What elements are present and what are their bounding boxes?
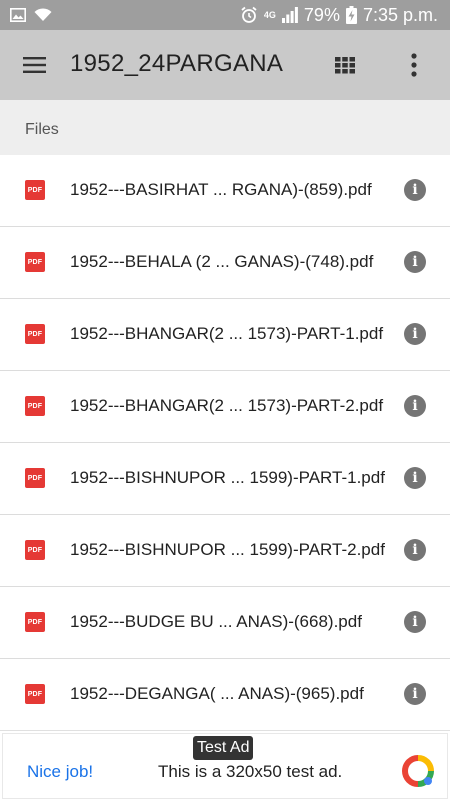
pdf-file-icon: PDF <box>25 540 45 560</box>
app-bar: 1952_24PARGANA <box>0 30 450 100</box>
grid-view-icon[interactable] <box>333 53 357 77</box>
file-row[interactable]: PDF 1952---BEHALA (2 ... GANAS)-(748).pd… <box>0 227 450 299</box>
file-name: 1952---BHANGAR(2 ... 1573)-PART-2.pdf <box>70 396 384 415</box>
ad-banner[interactable]: Test Ad Nice job! This is a 320x50 test … <box>0 730 450 801</box>
signal-icon <box>281 7 298 23</box>
file-name: 1952---BUDGE BU ... ANAS)-(668).pdf <box>70 612 362 631</box>
section-header: Files <box>0 100 450 155</box>
file-row[interactable]: PDF 1952---BISHNUPOR ... 1599)-PART-2.pd… <box>0 515 450 587</box>
file-list: PDF 1952---BASIRHAT ... RGANA)-(859).pdf… <box>0 155 450 731</box>
ad-logo-icon <box>401 754 435 788</box>
file-name: 1952---BEHALA (2 ... GANAS)-(748).pdf <box>70 252 374 271</box>
page-title: 1952_24PARGANA <box>70 50 284 77</box>
network-type-label: 4G <box>263 9 276 20</box>
battery-charging-icon <box>345 6 357 24</box>
pdf-file-icon: PDF <box>25 468 45 488</box>
pdf-file-icon: PDF <box>25 612 45 632</box>
info-icon[interactable]: i <box>404 395 426 417</box>
pdf-file-icon: PDF <box>25 180 45 200</box>
more-vert-icon[interactable] <box>405 51 423 79</box>
file-row[interactable]: PDF 1952---BHANGAR(2 ... 1573)-PART-2.pd… <box>0 371 450 443</box>
wifi-icon <box>34 8 52 22</box>
test-ad-badge: Test Ad <box>193 736 254 760</box>
hamburger-menu-icon[interactable] <box>22 53 48 77</box>
ad-cta-link[interactable]: Nice job! <box>27 762 93 782</box>
file-name: 1952---BISHNUPOR ... 1599)-PART-1.pdf <box>70 468 385 487</box>
file-row[interactable]: PDF 1952---BUDGE BU ... ANAS)-(668).pdf … <box>0 587 450 659</box>
alarm-icon <box>240 6 258 24</box>
file-name: 1952---BISHNUPOR ... 1599)-PART-2.pdf <box>70 540 385 559</box>
pdf-file-icon: PDF <box>25 252 45 272</box>
file-row[interactable]: PDF 1952---DEGANGA( ... ANAS)-(965).pdf … <box>0 659 450 731</box>
status-bar-left <box>10 8 52 22</box>
info-icon[interactable]: i <box>404 683 426 705</box>
pdf-file-icon: PDF <box>25 324 45 344</box>
info-icon[interactable]: i <box>404 611 426 633</box>
info-icon[interactable]: i <box>404 539 426 561</box>
pdf-file-icon: PDF <box>25 684 45 704</box>
file-row[interactable]: PDF 1952---BASIRHAT ... RGANA)-(859).pdf… <box>0 155 450 227</box>
ad-text: This is a 320x50 test ad. <box>158 762 343 781</box>
info-icon[interactable]: i <box>404 467 426 489</box>
file-name: 1952---BHANGAR(2 ... 1573)-PART-1.pdf <box>70 324 384 343</box>
pdf-file-icon: PDF <box>25 396 45 416</box>
status-bar: 4G 79% 7:35 p.m. <box>0 0 450 30</box>
section-label-files: Files <box>25 121 59 138</box>
ad-frame: Test Ad Nice job! This is a 320x50 test … <box>2 733 448 799</box>
status-time: 7:35 p.m. <box>362 4 438 25</box>
info-icon[interactable]: i <box>404 323 426 345</box>
info-icon[interactable]: i <box>404 251 426 273</box>
file-row[interactable]: PDF 1952---BISHNUPOR ... 1599)-PART-1.pd… <box>0 443 450 515</box>
image-notification-icon <box>10 8 26 22</box>
info-icon[interactable]: i <box>404 179 426 201</box>
battery-percent: 79% <box>303 4 340 25</box>
status-bar-right: 4G 79% 7:35 p.m. <box>240 5 438 26</box>
file-name: 1952---BASIRHAT ... RGANA)-(859).pdf <box>70 180 372 199</box>
file-row[interactable]: PDF 1952---BHANGAR(2 ... 1573)-PART-1.pd… <box>0 299 450 371</box>
file-name: 1952---DEGANGA( ... ANAS)-(965).pdf <box>70 684 364 703</box>
